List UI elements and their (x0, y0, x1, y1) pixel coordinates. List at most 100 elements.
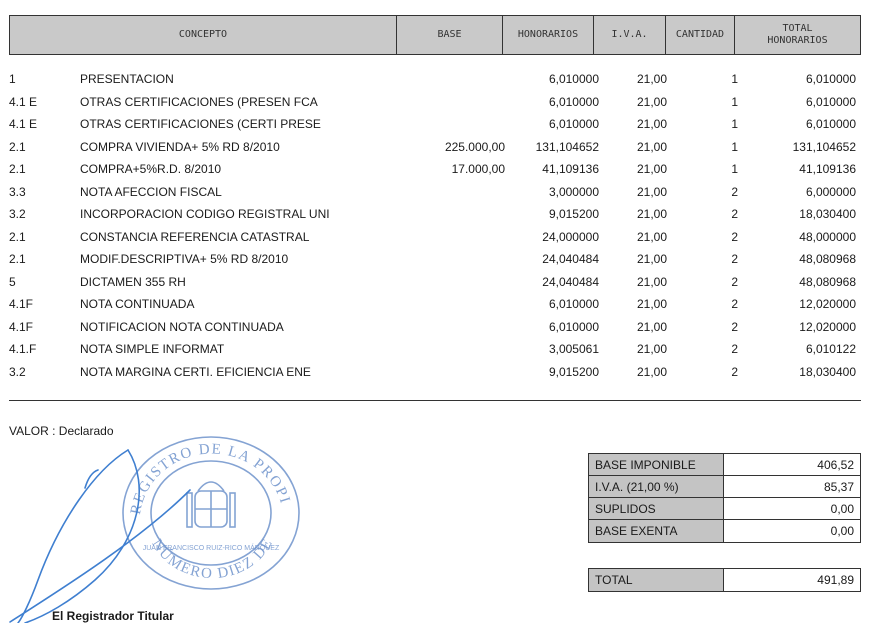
table-row: 4.1F NOTA CONTINUADA 6,010000 21,00 2 12… (0, 295, 881, 318)
header-total: TOTAL HONORARIOS (735, 16, 860, 54)
row-code: 3.3 (9, 184, 26, 199)
summary-table: BASE IMPONIBLE 406,52 I.V.A. (21,00 %) 8… (588, 453, 861, 543)
row-cantidad: 2 (731, 274, 738, 289)
header-honorarios: HONORARIOS (503, 16, 594, 54)
row-iva: 21,00 (636, 72, 667, 86)
row-total: 131,104652 (792, 139, 856, 154)
row-code: 4.1.F (9, 342, 37, 356)
table-header: CONCEPTO BASE HONORARIOS I.V.A. CANTIDAD… (9, 15, 861, 55)
row-honorarios: 3,005061 (548, 342, 599, 356)
row-concept: NOTA AFECCION FISCAL (80, 184, 222, 199)
row-total: 48,000000 (799, 229, 856, 244)
row-concept: NOTA SIMPLE INFORMAT (80, 342, 225, 356)
row-concept: CONSTANCIA REFERENCIA CATASTRAL (80, 229, 310, 244)
row-cantidad: 1 (731, 162, 738, 176)
table-row: 3.3 NOTA AFECCION FISCAL 3,000000 21,00 … (0, 183, 881, 206)
header-base: BASE (397, 16, 503, 54)
table-row: 1 PRESENTACION 6,010000 21,00 1 6,010000 (0, 70, 881, 93)
table-row: 4.1 E OTRAS CERTIFICACIONES (PRESEN FCA … (0, 93, 881, 116)
row-iva: 21,00 (636, 342, 667, 356)
row-honorarios: 9,015200 (548, 364, 599, 379)
row-iva: 21,00 (636, 162, 667, 176)
row-code: 2.1 (9, 139, 26, 154)
header-total-line1: TOTAL (782, 23, 813, 34)
row-iva: 21,00 (636, 252, 667, 266)
summary-value: 406,52 (817, 457, 854, 472)
row-concept: NOTA CONTINUADA (80, 297, 195, 311)
row-honorarios: 9,015200 (548, 207, 599, 221)
row-honorarios: 24,040484 (542, 274, 599, 289)
row-cantidad: 2 (731, 252, 738, 266)
row-total: 18,030400 (799, 364, 856, 379)
row-concept: COMPRA+5%R.D. 8/2010 (80, 162, 222, 176)
row-honorarios: 24,040484 (542, 252, 599, 266)
summary-label: SUPLIDOS (589, 498, 724, 519)
divider (9, 400, 861, 401)
row-concept: NOTIFICACION NOTA CONTINUADA (80, 319, 284, 334)
row-honorarios: 6,010000 (548, 319, 599, 334)
row-honorarios: 6,010000 (548, 117, 599, 131)
row-total: 18,030400 (799, 207, 856, 221)
row-cantidad: 2 (731, 229, 738, 244)
summary-value: 85,37 (823, 479, 854, 494)
row-total: 41,109136 (799, 162, 856, 176)
row-code: 5 (9, 274, 16, 289)
header-concepto: CONCEPTO (10, 16, 397, 54)
row-iva: 21,00 (636, 207, 667, 221)
summary-row: SUPLIDOS 0,00 (589, 498, 860, 520)
row-code: 2.1 (9, 229, 26, 244)
row-cantidad: 2 (731, 319, 738, 334)
row-concept: INCORPORACION CODIGO REGISTRAL UNI (80, 207, 330, 221)
row-honorarios: 131,104652 (535, 139, 599, 154)
header-cantidad: CANTIDAD (666, 16, 735, 54)
row-iva: 21,00 (636, 139, 667, 154)
row-iva: 21,00 (636, 117, 667, 131)
row-cantidad: 2 (731, 342, 738, 356)
row-concept: OTRAS CERTIFICACIONES (CERTI PRESE (80, 117, 321, 131)
table-row: 2.1 CONSTANCIA REFERENCIA CATASTRAL 24,0… (0, 228, 881, 251)
row-cantidad: 1 (731, 139, 738, 154)
row-code: 3.2 (9, 207, 26, 221)
row-total: 48,080968 (799, 274, 856, 289)
row-code: 3.2 (9, 364, 26, 379)
row-concept: PRESENTACION (80, 72, 174, 86)
row-code: 2.1 (9, 162, 26, 176)
signature (9, 449, 191, 623)
row-concept: OTRAS CERTIFICACIONES (PRESEN FCA (80, 94, 318, 109)
total-value: 491,89 (817, 573, 854, 587)
row-cantidad: 2 (731, 297, 738, 311)
row-code: 4.1F (9, 319, 34, 334)
row-total: 6,010122 (805, 342, 856, 356)
summary-label: I.V.A. (21,00 %) (589, 476, 724, 497)
row-code: 4.1 E (9, 94, 38, 109)
row-total: 6,010000 (805, 72, 856, 86)
row-code: 4.1F (9, 297, 34, 311)
row-total: 6,010000 (805, 117, 856, 131)
table-row: 2.1 COMPRA+5%R.D. 8/2010 17.000,00 41,10… (0, 160, 881, 183)
table-row: 4.1.F NOTA SIMPLE INFORMAT 3,005061 21,0… (0, 340, 881, 363)
summary-label: BASE IMPONIBLE (589, 454, 724, 475)
row-cantidad: 1 (731, 72, 738, 86)
row-honorarios: 6,010000 (548, 94, 599, 109)
total-label: TOTAL (589, 569, 724, 591)
row-iva: 21,00 (636, 319, 667, 334)
table-row: 3.2 INCORPORACION CODIGO REGISTRAL UNI 9… (0, 205, 881, 228)
row-cantidad: 2 (731, 184, 738, 199)
row-total: 6,000000 (805, 184, 856, 199)
table-row: 2.1 COMPRA VIVIENDA+ 5% RD 8/2010 225.00… (0, 138, 881, 161)
header-iva: I.V.A. (594, 16, 666, 54)
row-iva: 21,00 (636, 229, 667, 244)
row-code: 1 (9, 72, 16, 86)
total-table: TOTAL 491,89 (588, 568, 861, 592)
row-concept: NOTA MARGINA CERTI. EFICIENCIA ENE (80, 364, 311, 379)
row-iva: 21,00 (636, 297, 667, 311)
row-honorarios: 3,000000 (548, 184, 599, 199)
row-concept: MODIF.DESCRIPTIVA+ 5% RD 8/2010 (80, 252, 289, 266)
row-cantidad: 1 (731, 117, 738, 131)
row-cantidad: 1 (731, 94, 738, 109)
header-total-line2: HONORARIOS (767, 35, 828, 46)
row-total: 12,020000 (799, 297, 856, 311)
row-iva: 21,00 (636, 274, 667, 289)
row-cantidad: 2 (731, 207, 738, 221)
fee-rows: 1 PRESENTACION 6,010000 21,00 1 6,010000… (0, 70, 881, 385)
